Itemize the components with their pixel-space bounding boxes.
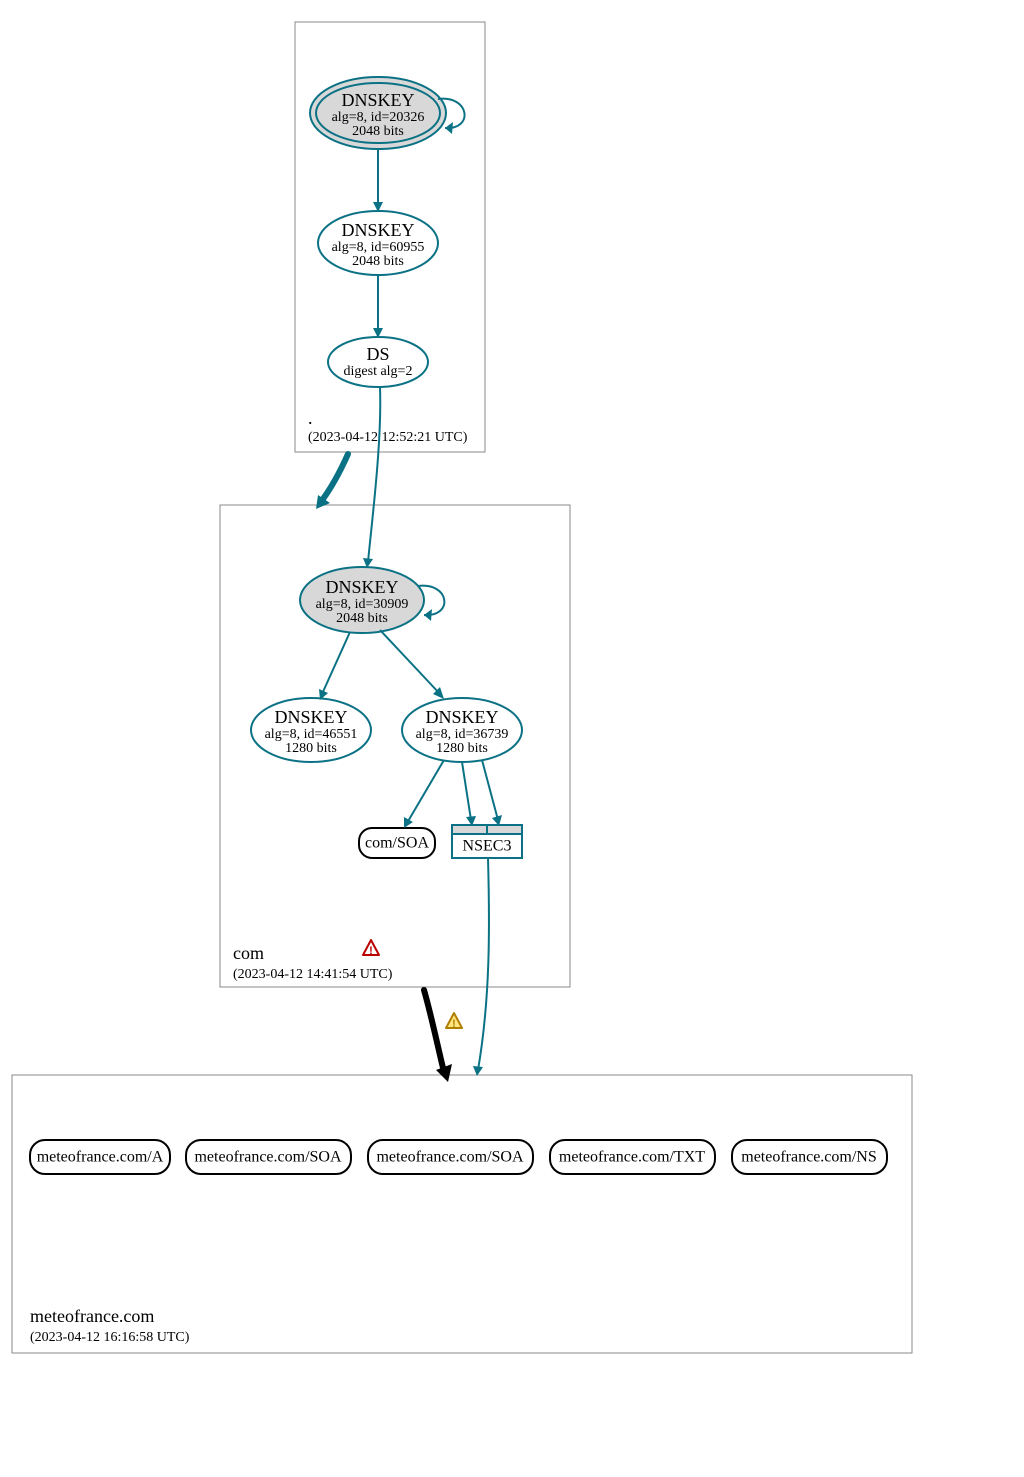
svg-text:alg=8, id=30909: alg=8, id=30909	[316, 597, 409, 612]
target-rrset-txt: meteofrance.com/TXT	[550, 1140, 715, 1174]
edge-root-to-com	[320, 454, 348, 503]
com-dnskey-ksk: DNSKEY alg=8, id=30909 2048 bits	[300, 567, 424, 633]
svg-text:1280 bits: 1280 bits	[285, 741, 337, 756]
zone-com-label: com	[233, 943, 264, 963]
zone-target-label: meteofrance.com	[30, 1306, 154, 1326]
root-dnskey-zsk: DNSKEY alg=8, id=60955 2048 bits	[318, 211, 438, 275]
svg-text:meteofrance.com/SOA: meteofrance.com/SOA	[376, 1149, 524, 1166]
svg-text:alg=8, id=60955: alg=8, id=60955	[332, 240, 425, 255]
root-dnskey-ksk: DNSKEY alg=8, id=20326 2048 bits	[310, 77, 446, 149]
zone-root-time: (2023-04-12 12:52:21 UTC)	[308, 430, 468, 445]
svg-text:DS: DS	[366, 344, 389, 364]
root-ds: DS digest alg=2	[328, 337, 428, 387]
edge-zsk-nsec-1	[462, 762, 471, 820]
target-rrset-soa-1: meteofrance.com/SOA	[186, 1140, 351, 1174]
svg-text:DNSKEY: DNSKEY	[325, 577, 398, 597]
zone-com-time: (2023-04-12 14:41:54 UTC)	[233, 967, 393, 982]
svg-text:DNSKEY: DNSKEY	[425, 707, 498, 727]
svg-text:meteofrance.com/A: meteofrance.com/A	[37, 1149, 164, 1166]
dnssec-graph: . (2023-04-12 12:52:21 UTC) DNSKEY alg=8…	[0, 0, 1024, 1477]
svg-text:!: !	[452, 1018, 456, 1030]
zone-target-time: (2023-04-12 16:16:58 UTC)	[30, 1330, 190, 1345]
svg-text:NSEC3: NSEC3	[463, 838, 512, 855]
edge-zsk-nsec-2	[482, 760, 498, 820]
edge-com-ksk-zsk-left	[322, 632, 350, 694]
svg-text:DNSKEY: DNSKEY	[341, 90, 414, 110]
target-rrset-a: meteofrance.com/A	[30, 1140, 170, 1174]
warning-icon-minor: !	[446, 1013, 462, 1030]
svg-text:!: !	[369, 945, 373, 957]
warning-icon: !	[363, 940, 379, 957]
svg-text:2048 bits: 2048 bits	[352, 254, 404, 269]
svg-text:alg=8, id=20326: alg=8, id=20326	[332, 110, 425, 125]
svg-text:DNSKEY: DNSKEY	[341, 220, 414, 240]
svg-text:meteofrance.com/SOA: meteofrance.com/SOA	[194, 1149, 342, 1166]
edge-nsec-to-target	[478, 858, 489, 1070]
svg-text:DNSKEY: DNSKEY	[274, 707, 347, 727]
svg-text:2048 bits: 2048 bits	[336, 611, 388, 626]
edge-com-ksk-zsk-right	[380, 630, 440, 694]
svg-text:com/SOA: com/SOA	[365, 835, 429, 852]
zone-root-label: .	[308, 408, 313, 428]
com-dnskey-zsk-right: DNSKEY alg=8, id=36739 1280 bits	[402, 698, 522, 762]
svg-text:digest alg=2: digest alg=2	[344, 364, 413, 379]
edge-com-to-target	[424, 990, 444, 1072]
svg-text:alg=8, id=36739: alg=8, id=36739	[416, 727, 509, 742]
target-rrset-ns: meteofrance.com/NS	[732, 1140, 887, 1174]
svg-text:meteofrance.com/TXT: meteofrance.com/TXT	[559, 1149, 705, 1166]
edge-ds-to-com-ksk	[368, 387, 380, 562]
com-nsec3-rrset: NSEC3	[452, 825, 522, 858]
svg-text:meteofrance.com/NS: meteofrance.com/NS	[741, 1149, 877, 1166]
target-rrset-soa-2: meteofrance.com/SOA	[368, 1140, 533, 1174]
com-soa-rrset: com/SOA	[359, 828, 435, 858]
edge-zsk-soa	[407, 760, 444, 823]
svg-text:2048 bits: 2048 bits	[352, 124, 404, 139]
svg-text:alg=8, id=46551: alg=8, id=46551	[265, 727, 358, 742]
svg-text:1280 bits: 1280 bits	[436, 741, 488, 756]
com-dnskey-zsk-left: DNSKEY alg=8, id=46551 1280 bits	[251, 698, 371, 762]
